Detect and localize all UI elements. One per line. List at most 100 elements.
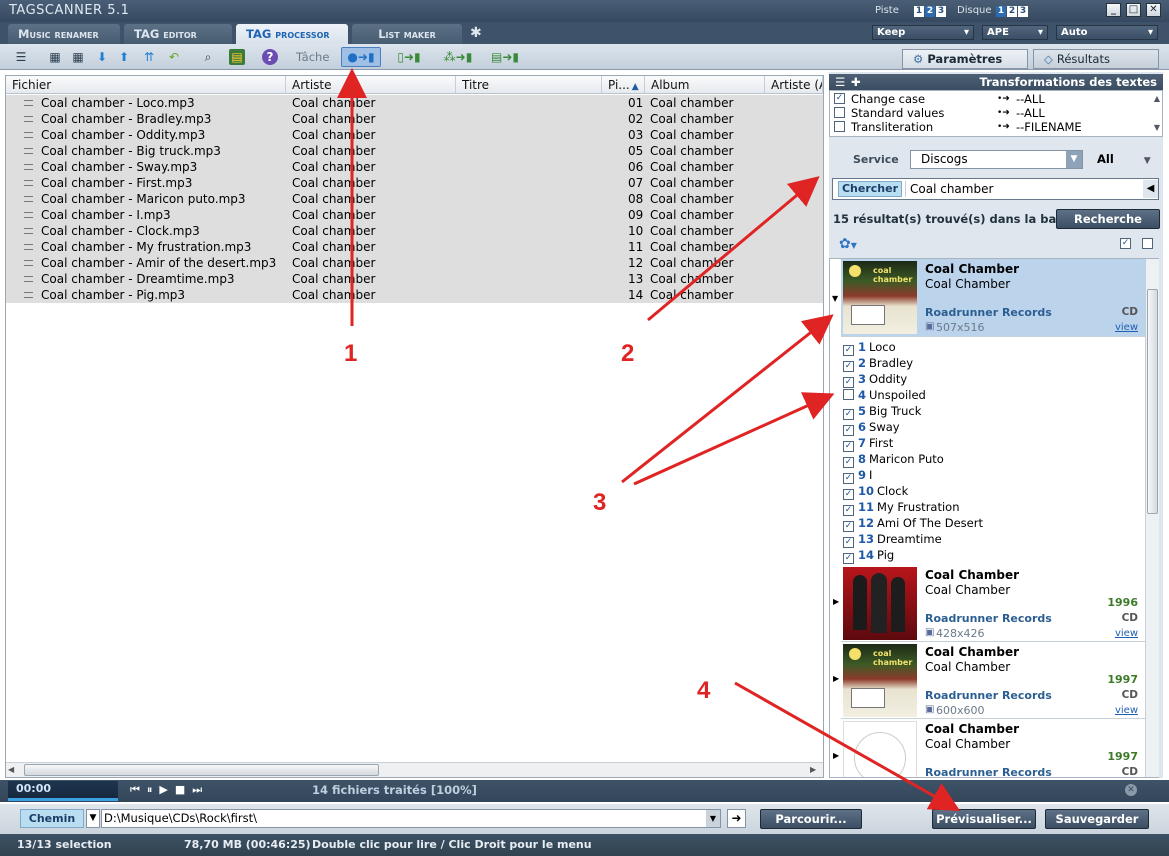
playback-controls[interactable]: ⏮⏸▶■⏭ — [130, 783, 209, 797]
result-item[interactable]: Coal Chamber Coal Chamber 1997 Roadrunner R… — [841, 719, 1146, 777]
track-item[interactable]: 11My Frustration — [843, 499, 1133, 516]
tab-music-renamer[interactable]: Music renamer — [8, 24, 120, 44]
file-row[interactable]: Coal chamber - Pig.mp3 Coal chamber 14 Coal… — [6, 287, 823, 303]
file-row[interactable]: Coal chamber - Sway.mp3 Coal chamber 06 Coa… — [6, 159, 823, 175]
scroll-right-icon[interactable]: ▶ — [810, 765, 816, 774]
help-icon[interactable]: ? — [262, 49, 278, 65]
settings-icon[interactable]: ✿▼ — [839, 236, 857, 252]
path-input[interactable]: D:\Musique\CDs\Rock\first\ ▼ — [101, 809, 721, 828]
transform-row[interactable]: Transliteration •➜ --FILENAME — [834, 120, 1152, 134]
export-icon[interactable]: ▤ — [229, 49, 245, 65]
file-row[interactable]: Coal chamber - My frustration.mp3 Coal ch… — [6, 239, 823, 255]
task-list-button[interactable]: ▤➜▮ — [488, 49, 522, 65]
track-checkbox[interactable] — [843, 553, 854, 564]
result-view-link[interactable]: view — [1115, 705, 1138, 716]
auto-dropdown[interactable]: Auto ▾ — [1056, 25, 1158, 40]
move-top-icon[interactable]: ⇈ — [141, 49, 157, 65]
grid-small-icon[interactable]: ▦ — [70, 49, 86, 65]
go-icon[interactable]: ➜ — [727, 809, 746, 828]
tab-parametres[interactable]: ⚙ Paramètres — [902, 49, 1028, 69]
task-discogs-button[interactable]: ●➜▮ — [341, 47, 381, 67]
tab-list-maker[interactable]: List maker — [352, 24, 462, 44]
track-item[interactable]: 6Sway — [843, 419, 1133, 436]
tab-tag-processor[interactable]: TAG processor — [236, 24, 348, 44]
disque-3[interactable]: 3 — [1018, 6, 1028, 17]
result-item[interactable]: coal chamber Coal Chamber Coal Chamber Road… — [841, 259, 1146, 337]
expand-result-icon[interactable]: ▶ — [833, 751, 839, 760]
scroll-thumb[interactable] — [24, 764, 379, 776]
service-select[interactable]: Discogs ▼ — [910, 150, 1083, 169]
track-item[interactable]: 5Big Truck — [843, 403, 1133, 420]
ape-dropdown[interactable]: APE ▾ — [982, 25, 1048, 40]
column-artiste-album[interactable]: Artiste (Al — [765, 76, 823, 94]
uncheck-all-icon[interactable] — [1142, 238, 1153, 249]
file-row[interactable]: Coal chamber - Clock.mp3 Coal chamber 10 Co… — [6, 223, 823, 239]
move-down-icon[interactable]: ⬇ — [94, 49, 110, 65]
transform-row[interactable]: Standard values •➜ --ALL — [834, 106, 1152, 120]
result-item[interactable]: Coal Chamber Coal Chamber 1996 Roadrunner R… — [841, 565, 1146, 642]
track-item[interactable]: 2Bradley — [843, 355, 1133, 372]
sauvegarder-button[interactable]: Sauvegarder — [1045, 809, 1149, 829]
filter-select[interactable]: All ▼ — [1097, 152, 1151, 166]
file-row[interactable]: Coal chamber - First.mp3 Coal chamber 07 Co… — [6, 175, 823, 191]
path-history-dropdown[interactable]: ▼ — [86, 809, 100, 828]
column-titre[interactable]: Titre — [456, 76, 602, 94]
disque-2[interactable]: 2 — [1007, 6, 1017, 17]
file-row[interactable]: Coal chamber - Loco.mp3 Coal chamber 01 Coa… — [6, 95, 823, 111]
maximize-button[interactable]: □ — [1126, 3, 1141, 17]
results-scroll-thumb[interactable] — [1147, 289, 1158, 514]
gear-icon[interactable]: ✱ — [470, 25, 482, 41]
undo-icon[interactable]: ↶ — [166, 49, 182, 65]
disque-1[interactable]: 1 — [996, 6, 1006, 17]
add-icon[interactable]: ✚ — [851, 74, 861, 90]
track-item[interactable]: 13Dreamtime — [843, 531, 1133, 548]
track-item[interactable]: 12Ami Of The Desert — [843, 515, 1133, 532]
previsualiser-button[interactable]: Prévisualiser... — [932, 809, 1036, 829]
file-row[interactable]: Coal chamber - Dreamtime.mp3 Coal chamber… — [6, 271, 823, 287]
track-item[interactable]: 9I — [843, 467, 1133, 484]
track-item[interactable]: 14Pig — [843, 547, 1133, 564]
list-small-icon[interactable]: ☰ — [835, 74, 845, 90]
stop-icon[interactable]: ✕ — [1125, 784, 1137, 796]
transform-checkbox[interactable] — [834, 121, 845, 132]
task-multi-button[interactable]: ⁂➜▮ — [440, 49, 476, 65]
parcourir-button[interactable]: Parcourir... — [760, 809, 862, 829]
track-item[interactable]: 8Maricon Puto — [843, 451, 1133, 468]
column-artiste[interactable]: Artiste — [286, 76, 456, 94]
expand-result-icon[interactable]: ▶ — [833, 674, 839, 683]
list-icon[interactable]: ☰ — [13, 49, 29, 65]
check-all-icon[interactable] — [1120, 238, 1131, 249]
file-row[interactable]: Coal chamber - Maricon puto.mp3 Coal cham… — [6, 191, 823, 207]
search-input[interactable]: Coal chamber — [905, 181, 1140, 197]
results-scrollbar[interactable] — [1145, 259, 1159, 777]
file-row[interactable]: Coal chamber - I.mp3 Coal chamber 09 Coal c… — [6, 207, 823, 223]
close-button[interactable]: ✕ — [1146, 3, 1161, 17]
recherche-button[interactable]: Recherche — [1056, 209, 1160, 229]
transform-row[interactable]: Change case •➜ --ALL — [834, 92, 1152, 106]
chercher-button[interactable]: Chercher — [838, 181, 902, 197]
file-row[interactable]: Coal chamber - Oddity.mp3 Coal chamber 03 C… — [6, 127, 823, 143]
piste-3[interactable]: 3 — [936, 6, 946, 17]
track-item[interactable]: 3Oddity — [843, 371, 1133, 388]
track-checkbox[interactable] — [843, 389, 854, 400]
minimize-button[interactable]: _ — [1106, 3, 1121, 17]
track-item[interactable]: 7First — [843, 435, 1133, 452]
move-up-icon[interactable]: ⬆ — [116, 49, 132, 65]
piste-2[interactable]: 2 — [925, 6, 935, 17]
horizontal-scrollbar[interactable]: ◀ ▶ — [6, 762, 823, 777]
piste-1[interactable]: 1 — [914, 6, 924, 17]
transforms-scroll-down-icon[interactable]: ▼ — [1154, 123, 1160, 132]
file-row[interactable]: Coal chamber - Bradley.mp3 Coal chamber 02… — [6, 111, 823, 127]
collapse-result-icon[interactable]: ▼ — [832, 294, 838, 303]
grid-icon[interactable]: ▦ — [47, 49, 63, 65]
transform-checkbox[interactable] — [834, 93, 845, 104]
search-icon[interactable]: ⌕ — [200, 49, 216, 65]
result-view-link[interactable]: view — [1115, 628, 1138, 639]
result-view-link[interactable]: view — [1115, 322, 1138, 333]
tab-tag-editor[interactable]: TAG editor — [124, 24, 232, 44]
file-row[interactable]: Coal chamber - Big truck.mp3 Coal chamber… — [6, 143, 823, 159]
task-file-button[interactable]: ▯➜▮ — [393, 49, 425, 65]
track-item[interactable]: 1Loco — [843, 339, 1133, 356]
keep-dropdown[interactable]: Keep ▾ — [872, 25, 974, 40]
track-item[interactable]: 4 Unspoiled — [843, 387, 1133, 403]
